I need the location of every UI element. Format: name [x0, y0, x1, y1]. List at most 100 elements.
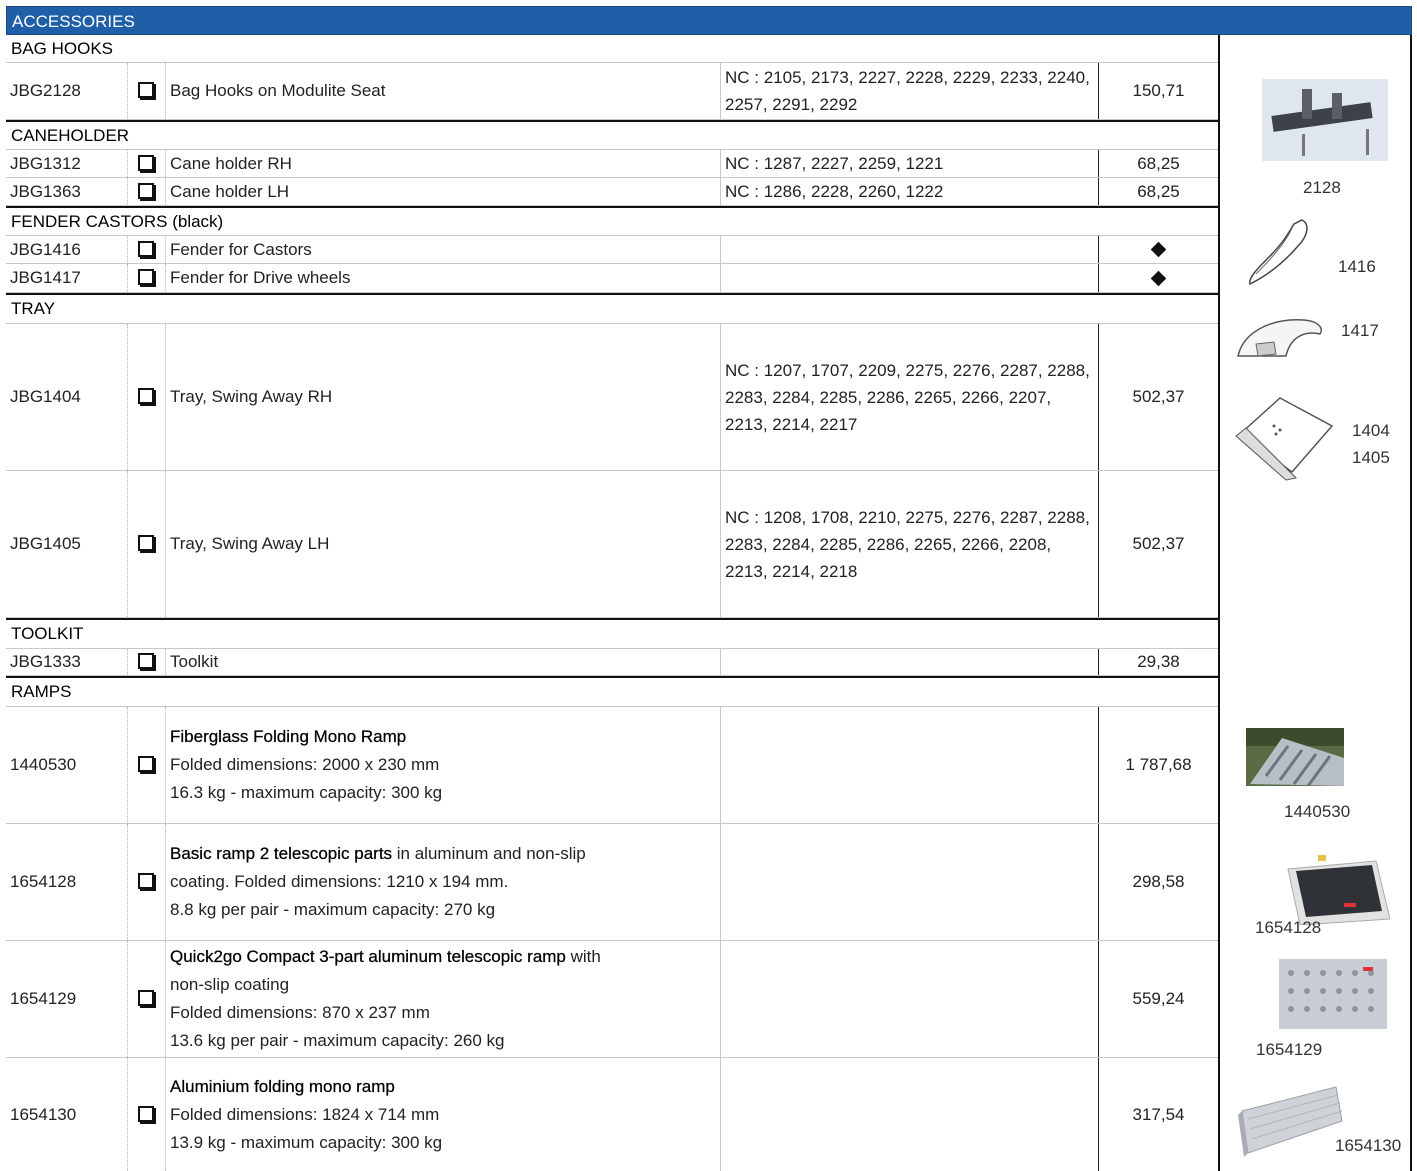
- image-label: 1417: [1341, 321, 1379, 340]
- item-code: 1654130: [6, 1058, 128, 1171]
- ramp-title-rest: with: [565, 947, 601, 966]
- item-code: JBG1333: [6, 649, 128, 675]
- item-code: JBG1312: [6, 150, 128, 177]
- ramp-title: Basic ramp 2 telescopic parts: [170, 844, 393, 863]
- table-right-border: [1218, 35, 1220, 1171]
- table-row: 1654130 Aluminium folding mono ramp Fold…: [6, 1058, 1218, 1171]
- ramp-title: Aluminium folding mono ramp: [170, 1076, 395, 1096]
- ramp-dimensions: coating. Folded dimensions: 1210 x 194 m…: [170, 872, 509, 891]
- select-checkbox[interactable]: [128, 471, 166, 617]
- item-description: Toolkit: [166, 649, 721, 675]
- select-checkbox[interactable]: [128, 236, 166, 263]
- checkbox-icon: [137, 82, 154, 98]
- ramp-title: Quick2go Compact 3-part aluminum telesco…: [170, 947, 566, 966]
- item-code: 1440530: [6, 707, 128, 823]
- table-row: JBG1405 Tray, Swing Away LH NC : 1208, 1…: [6, 471, 1218, 618]
- item-description: Fiberglass Folding Mono Ramp Folded dime…: [166, 707, 721, 823]
- quick2go-ramp-image: [1279, 959, 1387, 1029]
- item-price: 68,25: [1137, 181, 1180, 201]
- select-checkbox[interactable]: [128, 264, 166, 292]
- image-label: 2128: [1303, 178, 1341, 197]
- item-nc: NC : 1287, 2227, 2259, 1221: [721, 150, 1099, 177]
- item-price: 298,58: [1132, 872, 1185, 891]
- select-checkbox[interactable]: [128, 707, 166, 823]
- section-tray: TRAY: [6, 293, 1218, 324]
- aluminium-mono-ramp-image: [1238, 1086, 1343, 1157]
- checkbox-icon: [137, 873, 154, 889]
- ramp-dimensions: Folded dimensions: 1824 x 714 mm: [170, 1104, 440, 1124]
- ramp-coating: non-slip coating: [170, 975, 290, 994]
- section-toolkit: TOOLKIT: [6, 618, 1218, 649]
- item-description: Tray, Swing Away LH: [166, 471, 721, 617]
- item-price: [1099, 236, 1218, 263]
- table-row: JBG1417 Fender for Drive wheels: [6, 264, 1218, 293]
- item-price: 68,25: [1137, 153, 1180, 173]
- item-code: JBG2128: [6, 63, 128, 119]
- image-label: 1416: [1338, 257, 1376, 276]
- item-description: Aluminium folding mono ramp Folded dimen…: [166, 1058, 721, 1171]
- section-caneholder: CANEHOLDER: [6, 120, 1218, 150]
- select-checkbox[interactable]: [128, 324, 166, 470]
- table-row: JBG1363 Cane holder LH NC : 1286, 2228, …: [6, 178, 1218, 206]
- drive-wheel-fender-image: [1237, 319, 1322, 357]
- item-code: JBG1404: [6, 324, 128, 470]
- checkbox-icon: [137, 756, 154, 772]
- table-row: JBG2128 Bag Hooks on Modulite Seat NC : …: [6, 63, 1218, 120]
- castor-fender-image: [1249, 219, 1308, 286]
- table-row: JBG1333 Toolkit 29,38: [6, 649, 1218, 676]
- diamond-icon: [1150, 270, 1167, 286]
- select-checkbox[interactable]: [128, 178, 166, 205]
- checkbox-icon: [137, 388, 154, 404]
- item-nc: [721, 707, 1099, 823]
- item-nc: [721, 1058, 1099, 1171]
- image-label: 1404: [1352, 421, 1390, 440]
- table-row: 1654128 Basic ramp 2 telescopic parts in…: [6, 824, 1218, 941]
- select-checkbox[interactable]: [128, 1058, 166, 1171]
- item-nc: [721, 264, 1099, 292]
- checkbox-icon: [137, 240, 154, 257]
- table-row: JBG1312 Cane holder RH NC : 1287, 2227, …: [6, 150, 1218, 178]
- item-code: JBG1417: [6, 264, 128, 292]
- item-price: 1 787,68: [1125, 755, 1192, 774]
- image-label: 1654129: [1256, 1040, 1323, 1059]
- checkbox-icon: [137, 269, 154, 285]
- item-price: 559,24: [1132, 989, 1185, 1008]
- table-row: 1440530 Fiberglass Folding Mono Ramp Fol…: [6, 707, 1218, 824]
- item-description: Fender for Castors: [166, 236, 721, 263]
- item-nc: NC : 1207, 1707, 2209, 2275, 2276, 2287,…: [721, 324, 1099, 470]
- item-description: Basic ramp 2 telescopic parts in aluminu…: [166, 824, 721, 940]
- select-checkbox[interactable]: [128, 941, 166, 1057]
- accessories-sheet: ACCESSORIES BAG HOOKS JBG2128 Bag Hooks …: [6, 6, 1412, 1171]
- ramp-dimensions: Folded dimensions: 2000 x 230 mm: [170, 755, 440, 774]
- item-nc: NC : 1208, 1708, 2210, 2275, 2276, 2287,…: [721, 471, 1099, 617]
- image-label: 1440530: [1284, 802, 1351, 821]
- item-price: 150,71: [1132, 81, 1185, 100]
- select-checkbox[interactable]: [128, 649, 166, 675]
- bag-hooks-image: [1262, 79, 1388, 161]
- diamond-icon: [1150, 241, 1167, 258]
- item-price: 502,37: [1132, 387, 1185, 406]
- ramp-capacity: 16.3 kg - maximum capacity: 300 kg: [170, 783, 443, 802]
- item-description: Cane holder LH: [166, 178, 721, 205]
- item-price: 317,54: [1132, 1104, 1185, 1124]
- table-row: JBG1416 Fender for Castors: [6, 236, 1218, 264]
- item-nc: [721, 824, 1099, 940]
- item-nc: [721, 236, 1099, 263]
- item-description: Bag Hooks on Modulite Seat: [166, 63, 721, 119]
- section-fender-castors: FENDER CASTORS (black): [6, 206, 1218, 236]
- item-nc: NC : 1286, 2228, 2260, 1222: [721, 178, 1099, 205]
- item-price: [1099, 264, 1218, 292]
- select-checkbox[interactable]: [128, 824, 166, 940]
- item-nc: NC : 2105, 2173, 2227, 2228, 2229, 2233,…: [721, 63, 1099, 119]
- select-checkbox[interactable]: [128, 150, 166, 177]
- checkbox-icon: [137, 990, 154, 1006]
- checkbox-icon: [137, 1105, 154, 1122]
- section-bag-hooks: BAG HOOKS: [6, 35, 1218, 63]
- ramp-title: Fiberglass Folding Mono Ramp: [170, 727, 407, 746]
- fiberglass-ramp-image: [1246, 728, 1344, 786]
- item-code: 1654128: [6, 824, 128, 940]
- select-checkbox[interactable]: [128, 63, 166, 119]
- section-ramps: RAMPS: [6, 676, 1218, 707]
- page-title: ACCESSORIES: [6, 6, 1412, 35]
- table-row: 1654129 Quick2go Compact 3-part aluminum…: [6, 941, 1218, 1058]
